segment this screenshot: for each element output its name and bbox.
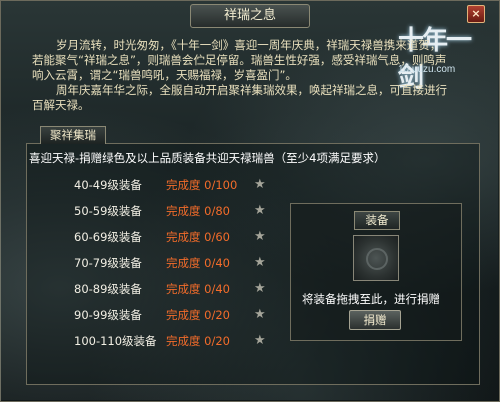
star-icon: ★ xyxy=(254,307,266,322)
progress-label: 完成度 xyxy=(166,230,201,244)
progress-value: 0/20 xyxy=(204,334,230,348)
progress-value: 0/100 xyxy=(204,178,238,192)
donate-button[interactable]: 捐赠 xyxy=(349,310,401,330)
progress-value: 0/40 xyxy=(204,256,230,270)
progress-label: 完成度 xyxy=(166,308,201,322)
equip-hint: 将装备拖拽至此，进行捐赠 xyxy=(302,292,440,306)
progress-label: 完成度 xyxy=(166,178,201,192)
row-level: 80-89级装备 xyxy=(74,282,142,296)
progress-label: 完成度 xyxy=(166,334,201,348)
intro-text: 岁月流转，时光匆匆，《十年一剑》喜迎一周年庆典，祥瑞天禄兽携来道贺，若能聚气“祥… xyxy=(32,38,452,113)
star-icon: ★ xyxy=(254,177,266,192)
list-item: 100-110级装备 完成度 0/20 ★ xyxy=(0,333,300,349)
star-icon: ★ xyxy=(254,333,266,348)
list-item: 40-49级装备 完成度 0/100 ★ xyxy=(0,177,300,193)
row-progress: 完成度 0/100 xyxy=(166,177,237,193)
list-item: 80-89级装备 完成度 0/40 ★ xyxy=(0,281,300,297)
row-progress: 完成度 0/80 xyxy=(166,203,230,219)
section-tab: 聚祥集瑞 xyxy=(40,126,106,144)
intro-paragraph-1: 岁月流转，时光匆匆，《十年一剑》喜迎一周年庆典，祥瑞天禄兽携来道贺，若能聚气“祥… xyxy=(32,38,447,82)
requirement-text: 喜迎天禄-捐赠绿色及以上品质装备共迎天禄瑞兽（至少4项满足要求） xyxy=(29,151,386,165)
row-level: 70-79级装备 xyxy=(74,256,142,270)
row-progress: 完成度 0/40 xyxy=(166,255,230,271)
row-level: 40-49级装备 xyxy=(74,178,142,192)
progress-label: 完成度 xyxy=(166,256,201,270)
star-icon: ★ xyxy=(254,229,266,244)
list-item: 60-69级装备 完成度 0/60 ★ xyxy=(0,229,300,245)
progress-value: 0/20 xyxy=(204,308,230,322)
list-item: 50-59级装备 完成度 0/80 ★ xyxy=(0,203,300,219)
row-progress: 完成度 0/40 xyxy=(166,281,230,297)
progress-value: 0/80 xyxy=(204,204,230,218)
row-progress: 完成度 0/60 xyxy=(166,229,230,245)
row-progress: 完成度 0/20 xyxy=(166,333,230,349)
equip-drop-slot[interactable] xyxy=(353,235,399,281)
progress-value: 0/60 xyxy=(204,230,230,244)
row-level: 100-110级装备 xyxy=(74,334,157,348)
intro-paragraph-2: 周年庆嘉年华之际，全服自动开启聚祥集瑞效果，唤起祥瑞之息，可直接进行百解天禄。 xyxy=(32,83,447,112)
row-progress: 完成度 0/20 xyxy=(166,307,230,323)
row-level: 60-69级装备 xyxy=(74,230,142,244)
progress-value: 0/40 xyxy=(204,282,230,296)
star-icon: ★ xyxy=(254,281,266,296)
equip-label: 装备 xyxy=(354,211,400,230)
window-title: 祥瑞之息 xyxy=(190,4,310,28)
list-item: 70-79级装备 完成度 0/40 ★ xyxy=(0,255,300,271)
star-icon: ★ xyxy=(254,203,266,218)
star-icon: ★ xyxy=(254,255,266,270)
progress-label: 完成度 xyxy=(166,204,201,218)
list-item: 90-99级装备 完成度 0/20 ★ xyxy=(0,307,300,323)
progress-label: 完成度 xyxy=(166,282,201,296)
row-level: 50-59级装备 xyxy=(74,204,142,218)
row-level: 90-99级装备 xyxy=(74,308,142,322)
